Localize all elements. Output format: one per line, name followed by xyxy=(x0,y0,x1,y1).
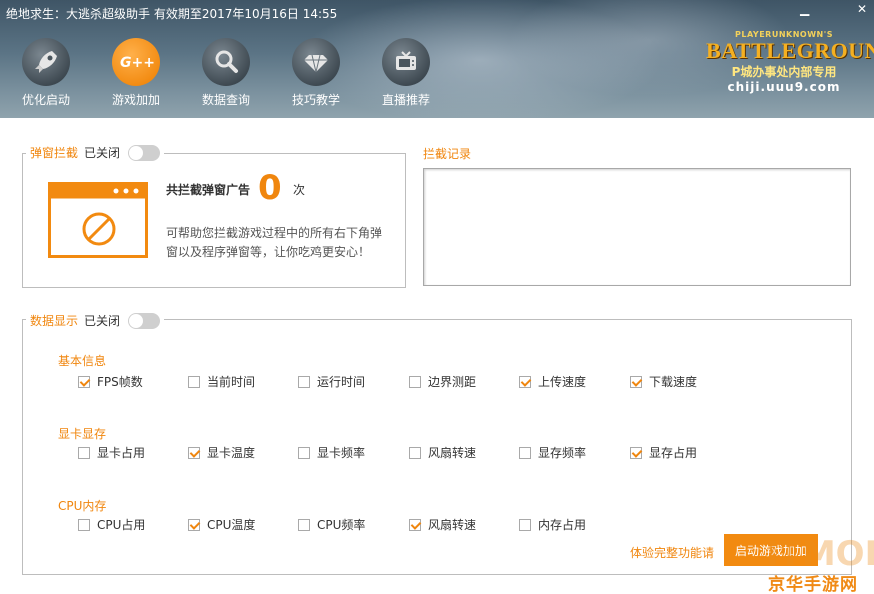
minimize-button[interactable]: ▁ xyxy=(800,2,809,16)
block-count-prefix: 共拦截弹窗广告 xyxy=(166,183,251,197)
header-banner: 绝地求生：大逃杀超级助手 有效期至2017年10月16日 14:55 ▁ ✕ 优… xyxy=(0,0,874,118)
nav-item-tips[interactable]: 技巧教学 xyxy=(281,38,351,108)
popup-block-title: 弹窗拦截 xyxy=(30,146,79,160)
popup-block-state: 已关闭 xyxy=(84,146,121,160)
checkbox-cpu-usage[interactable]: CPU占用 xyxy=(78,516,145,533)
nav-item-data-query[interactable]: 数据查询 xyxy=(191,38,261,108)
battlegrounds-logo: PLAYERUNKNOWN'S BATTLEGROUNDS P城办事处内部专用 … xyxy=(706,30,874,108)
diamond-icon xyxy=(292,38,340,86)
data-display-toggle[interactable] xyxy=(128,312,161,329)
window-title: 绝地求生：大逃杀超级助手 有效期至2017年10月16日 14:55 xyxy=(6,7,338,21)
logo-main-text: BATTLEGROUNDS xyxy=(706,38,874,63)
popup-block-legend: 弹窗拦截 已关闭 xyxy=(26,144,165,161)
checkbox-download-speed[interactable]: 下载速度 xyxy=(630,373,697,390)
logo-url-text: chiji.uuu9.com xyxy=(727,80,841,94)
checkbox-gpu-temp[interactable]: 显卡温度 xyxy=(188,444,255,461)
checkbox-vram-freq[interactable]: 显存频率 xyxy=(519,444,586,461)
block-count-value: 0 xyxy=(258,168,282,208)
launch-game-plus-button[interactable]: 启动游戏加加 xyxy=(724,534,818,566)
block-count-suffix: 次 xyxy=(293,183,306,197)
nav-label: 游戏加加 xyxy=(111,93,160,107)
nav-label: 数据查询 xyxy=(201,93,250,107)
section-cpu-title: CPU内存 xyxy=(58,499,107,513)
popup-block-toggle[interactable] xyxy=(128,144,161,161)
section-gpu-title: 显卡显存 xyxy=(58,427,107,441)
tv-icon xyxy=(382,38,430,86)
checkbox-fps[interactable]: FPS帧数 xyxy=(78,373,143,390)
checkbox-gpu-freq[interactable]: 显卡频率 xyxy=(298,444,365,461)
nav-label: 技巧教学 xyxy=(291,93,340,107)
data-display-title: 数据显示 xyxy=(30,314,79,328)
full-feature-link[interactable]: 体验完整功能请 xyxy=(630,544,714,561)
app-window: 绝地求生：大逃杀超级助手 有效期至2017年10月16日 14:55 ▁ ✕ 优… xyxy=(0,0,874,594)
checkbox-upload-speed[interactable]: 上传速度 xyxy=(519,373,586,390)
svg-text:G++: G++ xyxy=(120,55,154,71)
search-icon xyxy=(202,38,250,86)
g-plus-icon: G++ xyxy=(112,38,160,86)
popup-block-description: 可帮助您拦截游戏过程中的所有右下角弹窗以及程序弹窗等，让你吃鸡更安心！ xyxy=(166,226,383,259)
checkbox-gpu-fan[interactable]: 风扇转速 xyxy=(409,444,476,461)
popup-window-icon xyxy=(48,182,148,261)
logo-sub-text: P城办事处内部专用 xyxy=(731,65,837,79)
checkbox-cpu-freq[interactable]: CPU频率 xyxy=(298,516,365,533)
checkbox-cpu-fan[interactable]: 风扇转速 xyxy=(409,516,476,533)
nav-label: 直播推荐 xyxy=(381,93,430,107)
nav-item-game-plus[interactable]: G++ 游戏加加 xyxy=(101,38,171,108)
close-button[interactable]: ✕ xyxy=(857,2,867,16)
checkbox-border-distance[interactable]: 边界测距 xyxy=(409,373,476,390)
nav-item-optimize[interactable]: 优化启动 xyxy=(11,38,81,108)
checkbox-cpu-temp[interactable]: CPU温度 xyxy=(188,516,255,533)
nav-item-live[interactable]: 直播推荐 xyxy=(371,38,441,108)
record-title: 拦截记录 xyxy=(423,147,472,161)
checkbox-vram-usage[interactable]: 显存占用 xyxy=(630,444,697,461)
rocket-icon xyxy=(22,38,70,86)
record-list[interactable] xyxy=(423,168,851,286)
checkbox-gpu-usage[interactable]: 显卡占用 xyxy=(78,444,145,461)
checkbox-current-time[interactable]: 当前时间 xyxy=(188,373,255,390)
checkbox-run-time[interactable]: 运行时间 xyxy=(298,373,365,390)
data-display-state: 已关闭 xyxy=(84,314,121,328)
section-basic-info-title: 基本信息 xyxy=(58,354,107,368)
nav-label: 优化启动 xyxy=(21,93,70,107)
data-display-legend: 数据显示 已关闭 xyxy=(26,312,165,329)
checkbox-memory-usage[interactable]: 内存占用 xyxy=(519,516,586,533)
